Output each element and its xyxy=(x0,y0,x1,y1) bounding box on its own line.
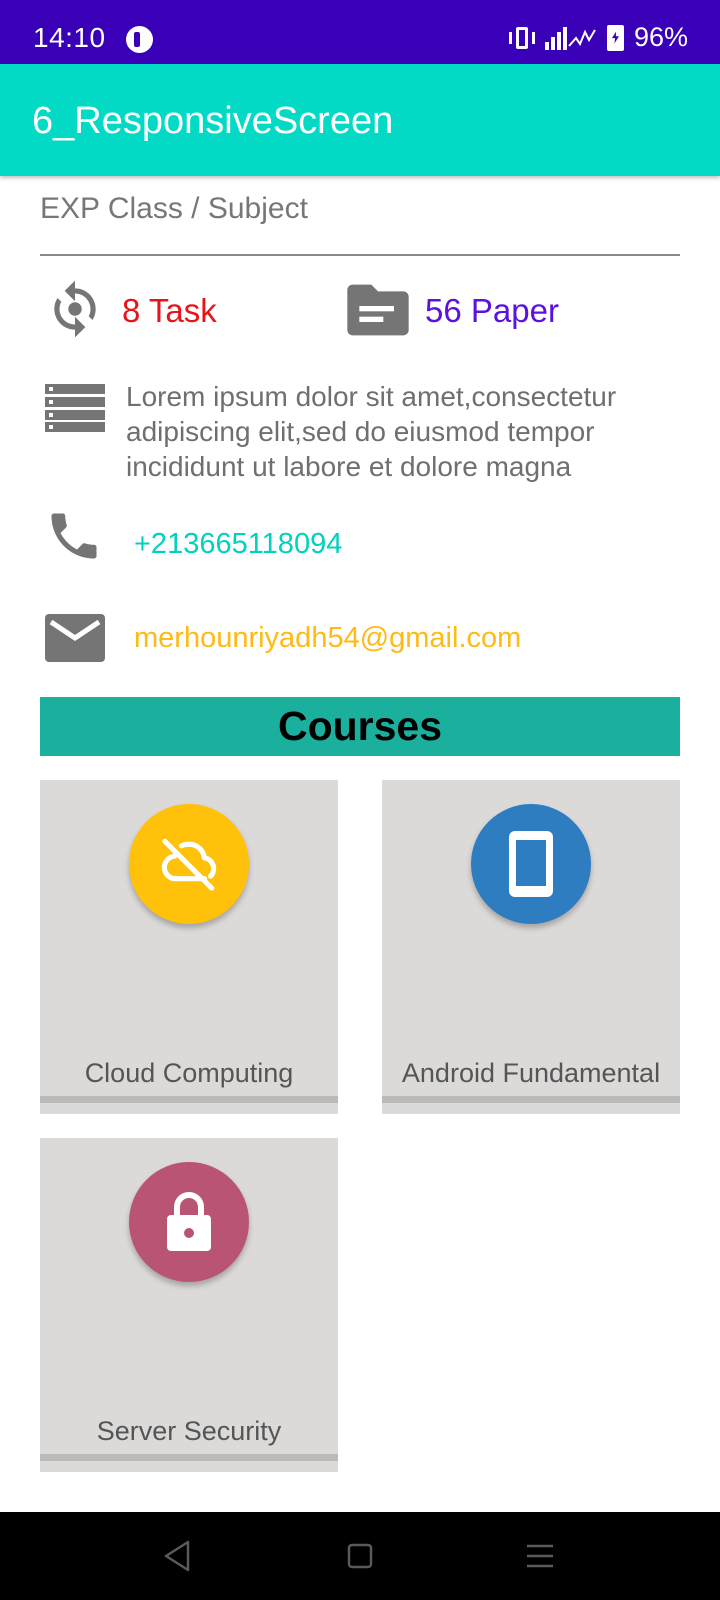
scroll-content[interactable]: EXP Class / Subject 8 Task 56 Paper Lore… xyxy=(0,176,720,1512)
card-bottom-bar xyxy=(40,1454,338,1461)
course-card-cloud-computing[interactable]: Cloud Computing xyxy=(40,780,338,1114)
description-text: Lorem ipsum dolor sit amet,consectetur a… xyxy=(126,381,617,482)
phone-icon[interactable] xyxy=(44,506,104,566)
app-title: 6_ResponsiveScreen xyxy=(32,100,394,142)
lock-icon xyxy=(129,1162,249,1282)
phone-number[interactable]: +213665118094 xyxy=(134,528,342,561)
card-bottom-bar xyxy=(40,1096,338,1103)
battery-charging-icon xyxy=(606,24,624,51)
course-card-android-fundamental[interactable]: Android Fundamental xyxy=(382,780,680,1114)
folder-icon xyxy=(347,284,409,336)
email-address[interactable]: merhounriyadh54@gmail.com xyxy=(134,622,521,655)
signal-icon xyxy=(544,26,596,50)
divider xyxy=(40,254,680,256)
app-bar: 6_ResponsiveScreen xyxy=(0,64,720,176)
cloud-off-icon xyxy=(129,804,249,924)
back-button[interactable] xyxy=(158,1538,198,1574)
home-button[interactable] xyxy=(340,1538,380,1574)
course-label: Server Security xyxy=(96,1416,282,1446)
card-bottom-bar xyxy=(382,1096,680,1103)
course-label: Cloud Computing xyxy=(84,1058,294,1088)
paper-count: 56 Paper xyxy=(425,292,559,329)
recents-button[interactable] xyxy=(520,1538,560,1574)
status-time: 14:10 xyxy=(33,22,106,53)
vibrate-icon xyxy=(508,26,535,50)
smartphone-icon xyxy=(471,804,591,924)
status-bar: 14:10 96% xyxy=(0,0,720,64)
status-right-group: 96% xyxy=(508,22,688,53)
email-icon[interactable] xyxy=(45,614,105,662)
app-notification-icon xyxy=(126,26,153,53)
sync-icon xyxy=(54,280,96,338)
courses-title: Courses xyxy=(277,703,443,749)
list-icon xyxy=(45,384,105,432)
courses-header: Courses xyxy=(40,697,680,756)
course-card-server-security[interactable]: Server Security xyxy=(40,1138,338,1472)
battery-level: 96% xyxy=(633,22,688,52)
navigation-bar xyxy=(0,1512,720,1600)
task-count: 8 Task xyxy=(122,292,217,329)
course-label: Android Fundamental xyxy=(401,1058,661,1088)
subject-text: EXP Class / Subject xyxy=(40,192,308,225)
